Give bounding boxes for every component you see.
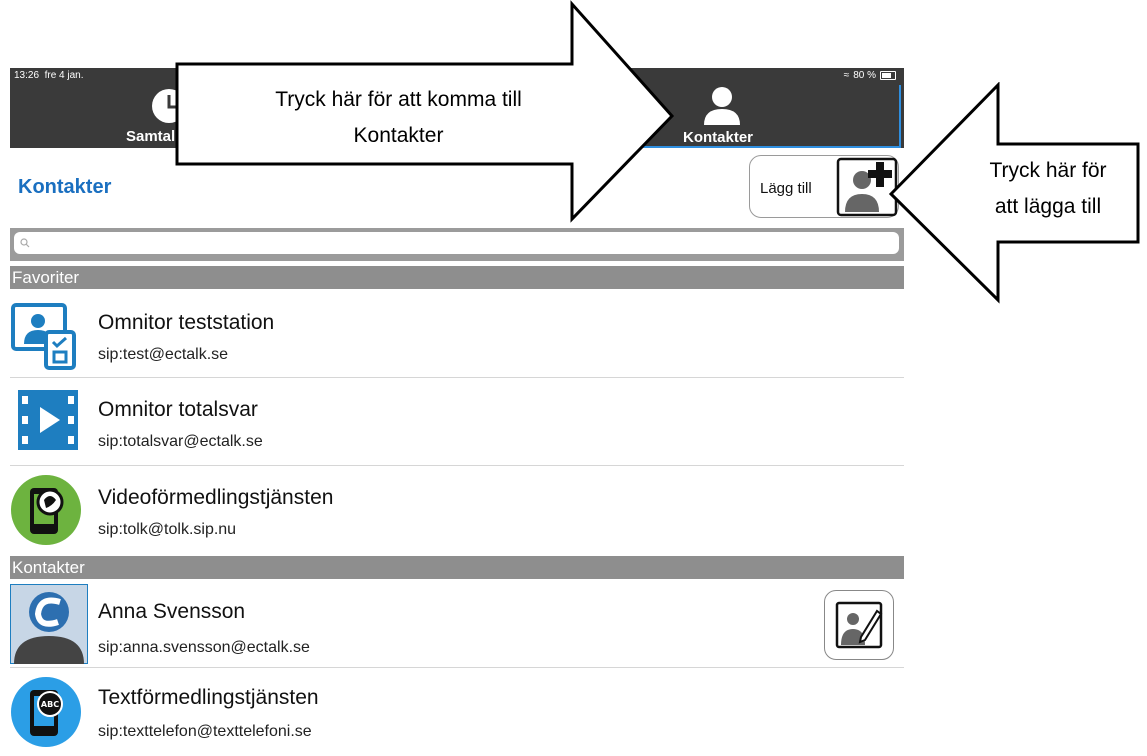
contact-name: Textförmedlingstjänsten	[98, 686, 319, 709]
contact-name: Omnitor teststation	[98, 311, 275, 334]
add-contact-label: Lägg till	[760, 180, 812, 197]
section-favorites-label: Favoriter	[12, 268, 80, 287]
callout-tab-line1: Tryck här för att komma till	[275, 88, 522, 111]
wifi-icon: ≈	[843, 70, 850, 81]
contact-name: Videoförmedlingstjänsten	[98, 486, 334, 509]
list-item[interactable]: Omnitor totalsvar sip:totalsvar@ectalk.s…	[10, 378, 904, 466]
edit-contact-button[interactable]	[824, 590, 894, 660]
battery-percent: 80 %	[853, 70, 876, 81]
status-right: ≈ 80 %	[844, 70, 896, 81]
callout-tab-text: Tryck här för att komma till Kontakter	[196, 82, 601, 154]
section-favorites: Favoriter	[10, 266, 904, 289]
list-item[interactable]: Omnitor teststation sip:test@ectalk.se	[10, 290, 904, 378]
add-contact-button[interactable]: Lägg till	[749, 155, 899, 218]
contact-name: Anna Svensson	[98, 600, 246, 623]
abc-phone-icon: ABC	[11, 677, 81, 747]
list-item[interactable]: Videoförmedlingstjänsten sip:tolk@tolk.s…	[10, 466, 904, 554]
status-datetime: 13:26 fre 4 jan.	[14, 70, 84, 81]
edit-contact-icon	[835, 601, 883, 649]
contact-sip: sip:anna.svensson@ectalk.se	[98, 639, 310, 656]
video-play-icon	[18, 390, 78, 450]
contact-sip: sip:texttelefon@texttelefoni.se	[98, 723, 312, 740]
avatar	[10, 584, 88, 664]
callout-add-line1: Tryck här för	[989, 159, 1107, 182]
tab-calls-label: Samtal	[126, 128, 176, 145]
contact-name: Omnitor totalsvar	[98, 398, 258, 421]
sign-language-phone-icon	[11, 475, 81, 545]
contact-sip: sip:totalsvar@ectalk.se	[98, 433, 263, 450]
contact-sip: sip:test@ectalk.se	[98, 346, 229, 363]
list-item[interactable]: ABC Textförmedlingstjänsten sip:texttele…	[10, 668, 904, 756]
test-station-icon	[11, 303, 76, 370]
callout-add-line2: att lägga till	[994, 195, 1102, 218]
page-title: Kontakter	[18, 176, 112, 198]
svg-text:ABC: ABC	[41, 700, 59, 709]
contact-sip: sip:tolk@tolk.sip.nu	[98, 521, 237, 538]
section-contacts-label: Kontakter	[12, 558, 85, 577]
section-contacts: Kontakter	[10, 556, 904, 579]
callout-add-text: Tryck här för att lägga till	[958, 153, 1138, 225]
search-icon	[20, 238, 30, 248]
battery-icon	[880, 71, 896, 80]
callout-tab-line2: Kontakter	[353, 124, 444, 147]
list-item[interactable]: Anna Svensson sip:anna.svensson@ectalk.s…	[10, 580, 904, 668]
